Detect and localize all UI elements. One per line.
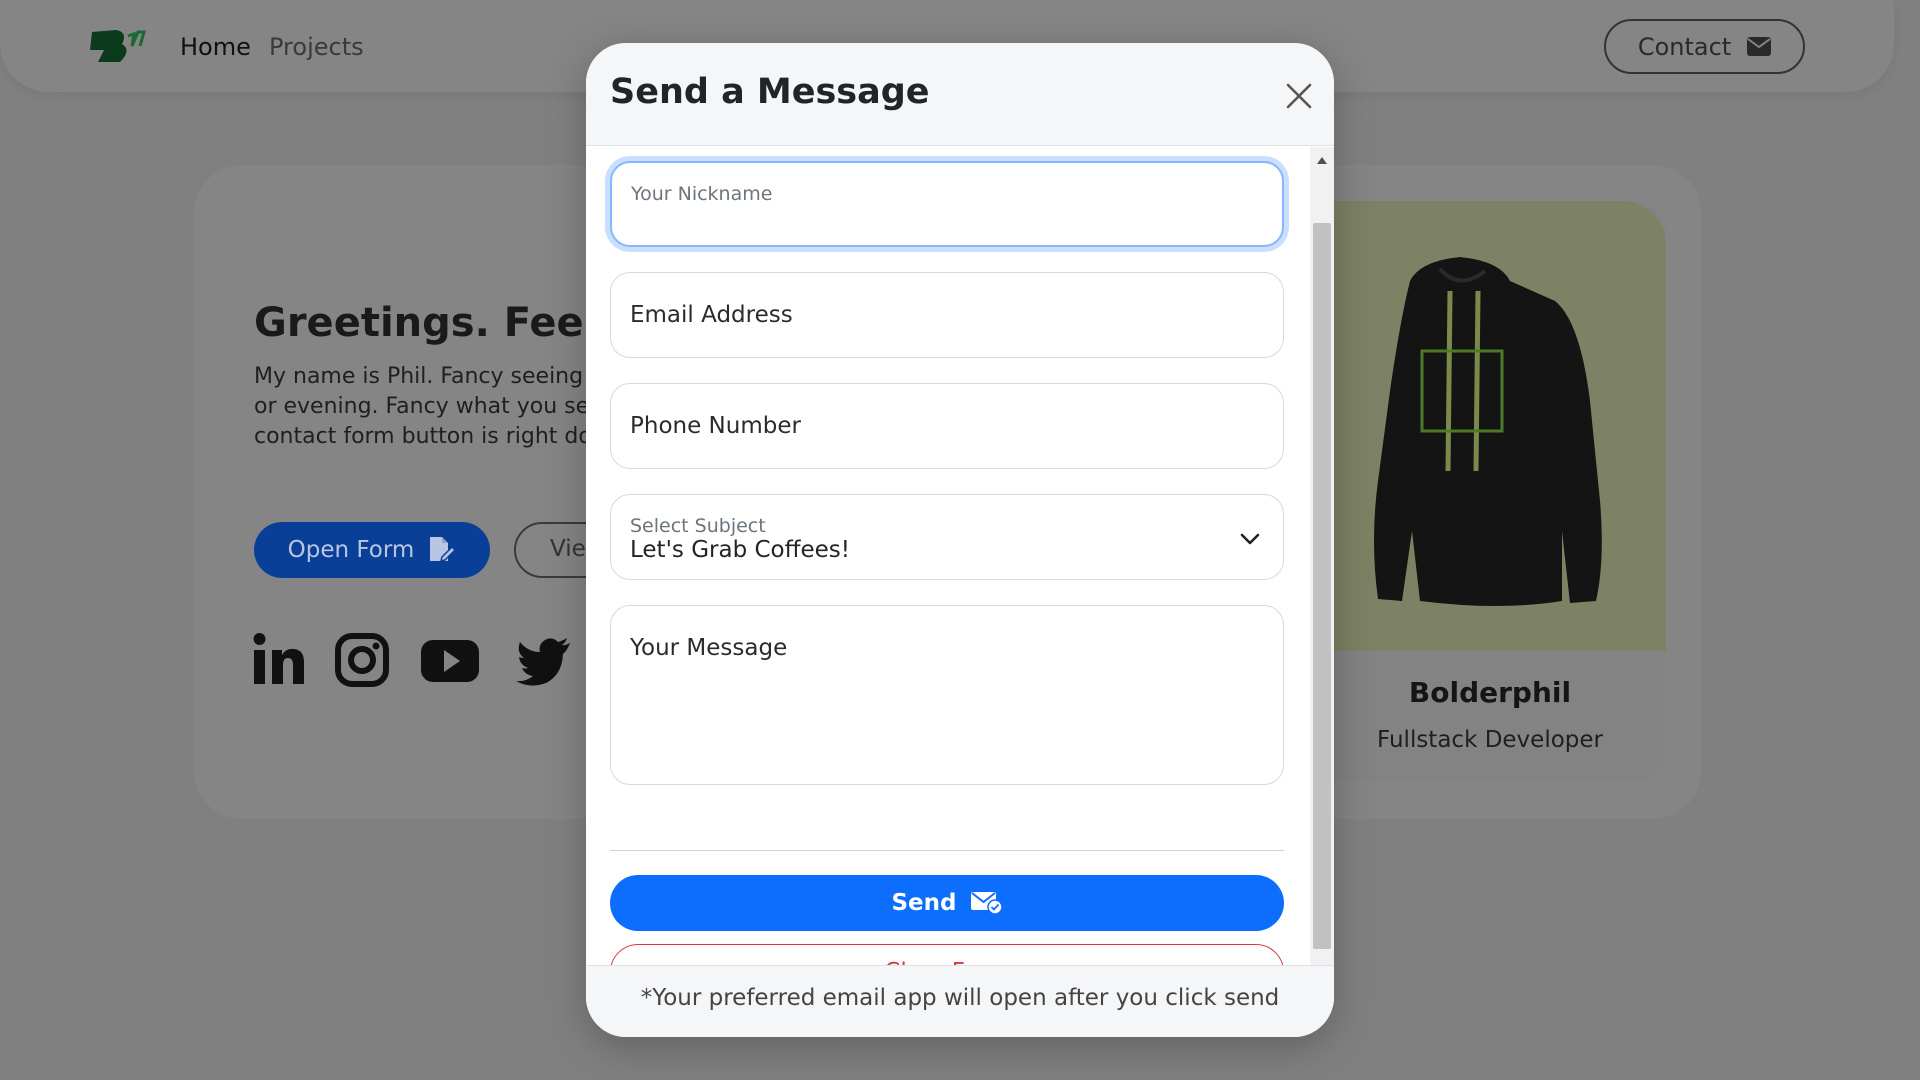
subject-select[interactable]: Select Subject Let's Grab Coffees!	[610, 494, 1284, 580]
modal-header: Send a Message	[586, 43, 1334, 146]
footer-note: *Your preferred email app will open afte…	[640, 985, 1280, 1011]
email-label: Email Address	[630, 302, 793, 328]
hoodie-illustration	[1374, 257, 1602, 606]
nickname-input[interactable]: Your Nickname	[610, 161, 1284, 247]
nickname-label: Your Nickname	[631, 183, 773, 205]
nav-home-link[interactable]: Home	[180, 33, 251, 61]
twitter-icon[interactable]	[516, 632, 572, 688]
phone-input[interactable]: Phone Number	[610, 383, 1284, 469]
modal-body: Your Nickname Email Address Phone Number…	[586, 147, 1334, 1007]
hero-text-line: or evening. Fancy what you se	[254, 394, 590, 419]
message-textarea[interactable]: Your Message	[610, 605, 1284, 785]
hero-text-line: contact form button is right dow	[254, 424, 610, 449]
form-divider	[610, 850, 1284, 851]
profile-role: Fullstack Developer	[1377, 727, 1603, 753]
open-form-label: Open Form	[287, 537, 415, 563]
instagram-icon[interactable]	[334, 632, 390, 688]
message-label: Your Message	[630, 635, 788, 661]
open-form-button[interactable]: Open Form	[254, 522, 490, 578]
send-button-label: Send	[891, 890, 957, 916]
email-input[interactable]: Email Address	[610, 272, 1284, 358]
envelope-check-icon	[970, 892, 1003, 914]
edit-document-icon	[430, 537, 457, 563]
scroll-up-arrow-icon[interactable]	[1317, 157, 1327, 164]
hero-text-line: My name is Phil. Fancy seeing	[254, 364, 584, 389]
scroll-thumb[interactable]	[1313, 223, 1331, 949]
envelope-icon	[1747, 37, 1772, 56]
modal-title: Send a Message	[610, 72, 930, 112]
close-icon[interactable]	[1282, 79, 1316, 113]
youtube-icon[interactable]	[420, 632, 480, 688]
nav-projects-link[interactable]: Projects	[269, 33, 364, 61]
send-button[interactable]: Send	[610, 875, 1284, 931]
contact-button-label: Contact	[1637, 32, 1732, 61]
chevron-down-icon	[1240, 533, 1260, 545]
phone-label: Phone Number	[630, 413, 801, 439]
linkedin-icon[interactable]	[252, 632, 308, 688]
subject-value: Let's Grab Coffees!	[630, 537, 850, 563]
send-message-modal: Send a Message Your Nickname Email Addre…	[586, 43, 1334, 1037]
profile-name: Bolderphil	[1408, 676, 1572, 709]
modal-scrollbar[interactable]	[1310, 147, 1334, 1007]
hoodie-image	[1300, 201, 1666, 651]
subject-label: Select Subject	[630, 515, 766, 537]
brand-logo-icon[interactable]	[88, 26, 146, 66]
contact-button[interactable]: Contact	[1604, 19, 1805, 74]
